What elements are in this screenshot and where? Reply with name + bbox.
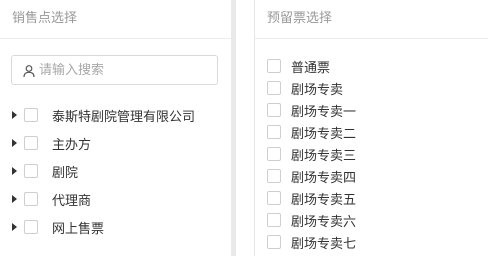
tree-node-label: 主办方 — [52, 137, 92, 153]
tree-node-label: 网上售票 — [52, 221, 105, 237]
expand-caret-icon[interactable] — [12, 167, 17, 175]
tree-node[interactable]: 网上售票 — [0, 213, 195, 241]
tree-node-checkbox[interactable] — [24, 220, 38, 234]
sales-point-title: 销售点选择 — [0, 0, 231, 39]
ticket-type-checkbox[interactable] — [267, 169, 281, 183]
ticket-type-checkbox[interactable] — [267, 235, 281, 249]
tree-node-checkbox[interactable] — [24, 136, 38, 150]
tree-node[interactable]: 剧院 — [0, 157, 195, 185]
expand-caret-icon[interactable] — [12, 223, 17, 231]
reserved-ticket-panel: 预留票选择 普通票 剧场专卖 剧场专卖一 剧场专卖二 剧场专卖三 剧场专卖四 剧 — [255, 0, 488, 256]
ticket-type-item[interactable]: 剧场专卖一 — [267, 99, 356, 121]
tree-node[interactable]: 主办方 — [0, 129, 195, 157]
ticket-type-checkbox[interactable] — [267, 147, 281, 161]
ticket-type-label: 剧场专卖五 — [291, 192, 357, 208]
tree-node[interactable]: 代理商 — [0, 185, 195, 213]
ticket-type-item[interactable]: 剧场专卖二 — [267, 121, 356, 143]
ticket-type-label: 剧场专卖 — [291, 82, 344, 98]
ticket-type-label: 普通票 — [291, 60, 331, 76]
ticket-type-item[interactable]: 普通票 — [267, 55, 356, 77]
search-box[interactable] — [11, 55, 218, 85]
ticket-type-label: 剧场专卖一 — [291, 104, 357, 120]
tree-node[interactable]: 泰斯特剧院管理有限公司 — [0, 101, 195, 129]
expand-caret-icon[interactable] — [12, 139, 17, 147]
ticket-type-label: 剧场专卖六 — [291, 214, 357, 230]
ticket-type-checkbox[interactable] — [267, 59, 281, 73]
tree-node-label: 代理商 — [52, 193, 92, 209]
ticket-type-item[interactable]: 剧场专卖三 — [267, 143, 356, 165]
ticket-type-list: 普通票 剧场专卖 剧场专卖一 剧场专卖二 剧场专卖三 剧场专卖四 剧场专卖五 剧… — [267, 55, 356, 253]
ticket-type-item[interactable]: 剧场专卖七 — [267, 231, 356, 253]
ticket-type-checkbox[interactable] — [267, 103, 281, 117]
tree-node-checkbox[interactable] — [24, 108, 38, 122]
expand-caret-icon[interactable] — [12, 111, 17, 119]
ticket-type-checkbox[interactable] — [267, 81, 281, 95]
ticket-type-item[interactable]: 剧场专卖四 — [267, 165, 356, 187]
ticket-type-checkbox[interactable] — [267, 213, 281, 227]
reserved-ticket-title: 预留票选择 — [255, 0, 488, 39]
user-icon — [22, 63, 36, 78]
search-input[interactable] — [36, 62, 209, 78]
expand-caret-icon[interactable] — [12, 195, 17, 203]
ticket-type-item[interactable]: 剧场专卖六 — [267, 209, 356, 231]
ticket-type-label: 剧场专卖二 — [291, 126, 357, 142]
ticket-type-label: 剧场专卖三 — [291, 148, 357, 164]
ticket-type-label: 剧场专卖四 — [291, 170, 357, 186]
ticket-type-label: 剧场专卖七 — [291, 236, 357, 252]
ticket-type-checkbox[interactable] — [267, 125, 281, 139]
panel-splitter[interactable] — [231, 0, 236, 256]
sales-point-panel: 销售点选择 泰斯特剧院管理有限公司 主办方 剧院 代理 — [0, 0, 231, 256]
tree-node-label: 剧院 — [52, 165, 79, 181]
ticket-type-item[interactable]: 剧场专卖五 — [267, 187, 356, 209]
tree-node-checkbox[interactable] — [24, 192, 38, 206]
ticket-type-item[interactable]: 剧场专卖 — [267, 77, 356, 99]
tree-node-checkbox[interactable] — [24, 164, 38, 178]
ticket-type-checkbox[interactable] — [267, 191, 281, 205]
tree-node-label: 泰斯特剧院管理有限公司 — [52, 109, 196, 125]
sales-point-tree: 泰斯特剧院管理有限公司 主办方 剧院 代理商 网上售票 — [0, 101, 195, 241]
